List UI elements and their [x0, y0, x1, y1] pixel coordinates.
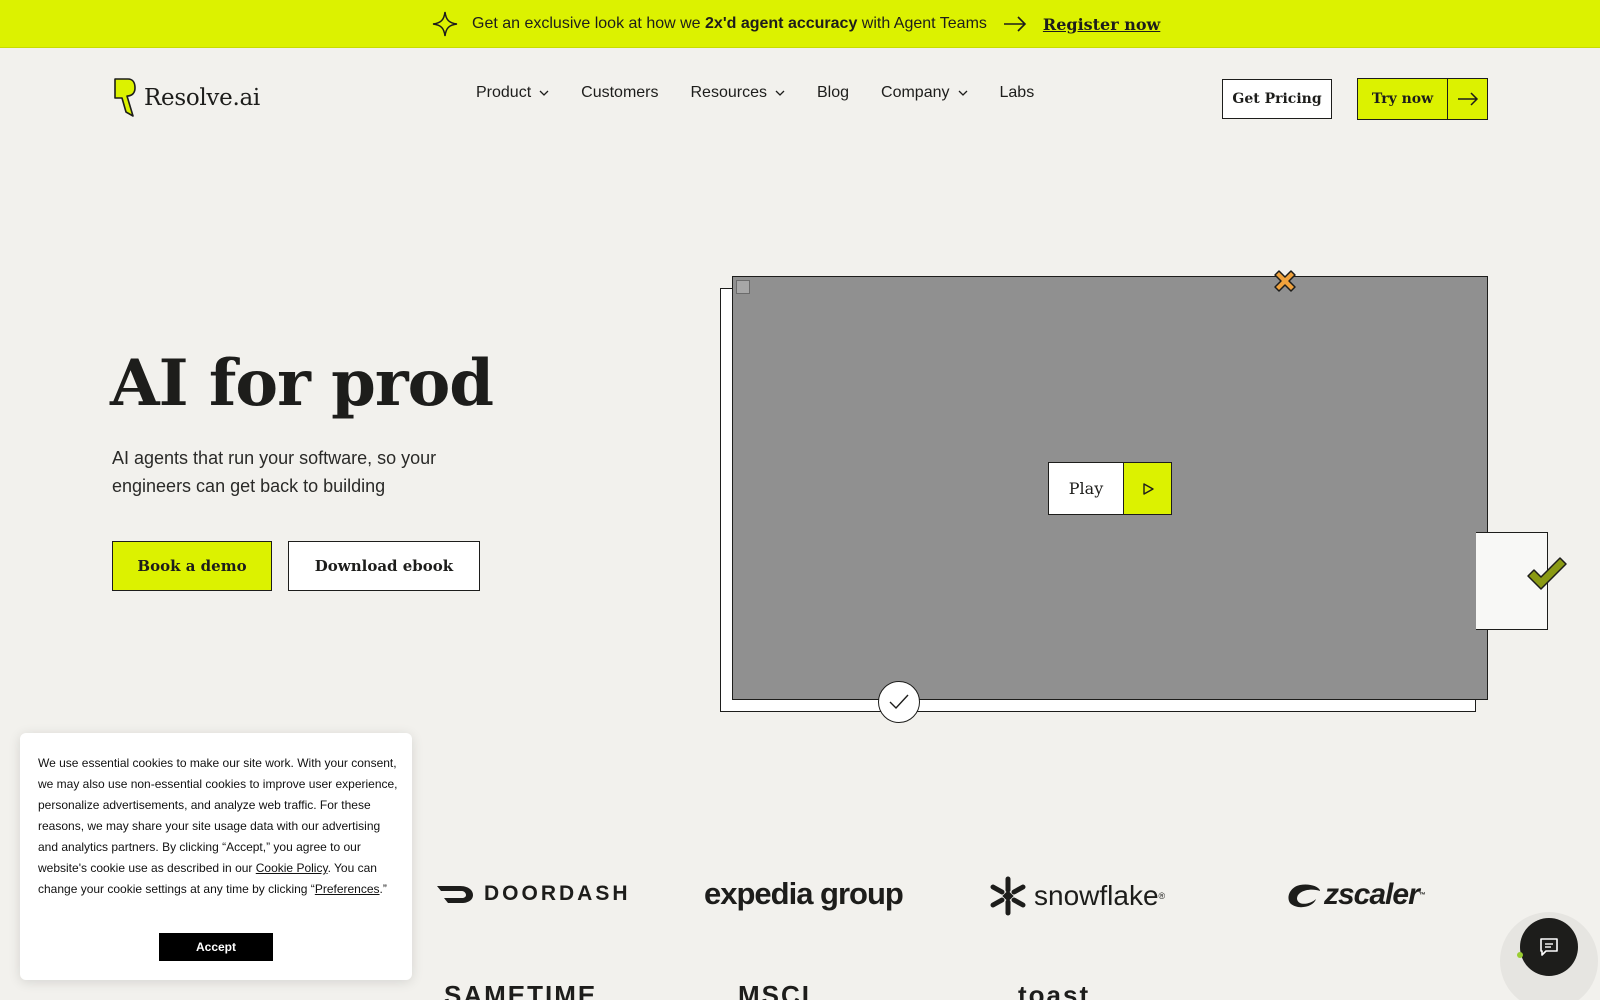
- nav-label: Blog: [816, 84, 850, 101]
- get-pricing-button[interactable]: Get Pricing: [1222, 79, 1332, 119]
- chat-bubble-icon: [1540, 938, 1558, 956]
- arrow-right-icon: [1003, 16, 1027, 32]
- nav-item-product[interactable]: Product: [476, 84, 549, 102]
- nav-item-blog[interactable]: Blog: [817, 84, 849, 102]
- snowflake-icon: [990, 876, 1026, 916]
- nav-label: Resources: [690, 84, 767, 101]
- msci-logo: MSCI: [738, 980, 811, 1000]
- book-demo-button[interactable]: Book a demo: [112, 541, 272, 591]
- download-ebook-button[interactable]: Download ebook: [288, 541, 480, 591]
- logo-text: expedia group: [704, 876, 904, 911]
- broken-image-icon: [736, 280, 750, 294]
- nav-item-labs[interactable]: Labs: [1000, 84, 1035, 102]
- resolve-logo-icon: [114, 78, 136, 117]
- brand-logo[interactable]: Resolve.ai: [114, 78, 260, 118]
- nav-item-company[interactable]: Company: [881, 84, 967, 102]
- snowflake-logo: snowflake ®: [988, 876, 1165, 916]
- toast-logo: toast: [1018, 980, 1091, 1000]
- arrow-right-icon: [1448, 79, 1487, 119]
- doordash-icon: [437, 886, 473, 903]
- nav-item-customers[interactable]: Customers: [581, 84, 658, 102]
- sametime-logo: SAMETIME: [444, 980, 598, 1000]
- cookie-text: We use essential cookies to make our sit…: [38, 756, 398, 896]
- cookie-banner: We use essential cookies to make our sit…: [20, 733, 412, 980]
- status-dot: [1517, 952, 1523, 958]
- sparkle-icon: [432, 11, 458, 37]
- doordash-logo: DOORDASH: [436, 882, 631, 906]
- check-circle-icon: [878, 681, 920, 723]
- try-now-label: Try now: [1358, 79, 1448, 119]
- close-x-icon: [1274, 270, 1296, 292]
- preferences-link[interactable]: Preferences: [315, 882, 380, 896]
- announcement-text: Get an exclusive look at how we 2x'd age…: [472, 15, 987, 32]
- customer-logos-row-2: SAMETIME MSCI toast: [0, 980, 1600, 1000]
- nav-label: Product: [476, 84, 532, 101]
- accept-cookies-button[interactable]: Accept: [159, 933, 273, 961]
- chevron-down-icon: [958, 90, 967, 96]
- play-label: Play: [1049, 463, 1124, 514]
- brand-name: Resolve.ai: [144, 85, 260, 111]
- nav-item-resources[interactable]: Resources: [691, 84, 785, 102]
- hero-subtitle: AI agents that run your software, so you…: [112, 448, 437, 496]
- logo-text: snowflake: [1034, 880, 1159, 911]
- play-icon: [1124, 463, 1171, 514]
- expedia-logo: expedia group: [704, 876, 904, 912]
- register-now-link[interactable]: Register now: [1043, 15, 1160, 34]
- logo-text: DOORDASH: [484, 882, 631, 905]
- hero-title: AI for prod: [110, 346, 494, 421]
- try-now-button[interactable]: Try now: [1357, 78, 1488, 120]
- chevron-down-icon: [539, 90, 549, 96]
- nav-label: Company: [881, 84, 950, 101]
- zscaler-icon: [1288, 884, 1320, 908]
- announcement-bar: Get an exclusive look at how we 2x'd age…: [0, 0, 1600, 48]
- play-button[interactable]: Play: [1048, 462, 1172, 515]
- nav-label: Customers: [581, 84, 659, 101]
- main-nav: Product Customers Resources Blog Company…: [476, 84, 1066, 102]
- zscaler-logo: zscaler ™: [1286, 878, 1426, 912]
- chat-button[interactable]: [1520, 918, 1578, 976]
- nav-label: Labs: [999, 84, 1035, 101]
- cookie-policy-link[interactable]: Cookie Policy: [256, 861, 328, 875]
- checkmark-icon: [1527, 557, 1567, 590]
- chevron-down-icon: [775, 90, 785, 96]
- logo-text: zscaler: [1324, 878, 1420, 911]
